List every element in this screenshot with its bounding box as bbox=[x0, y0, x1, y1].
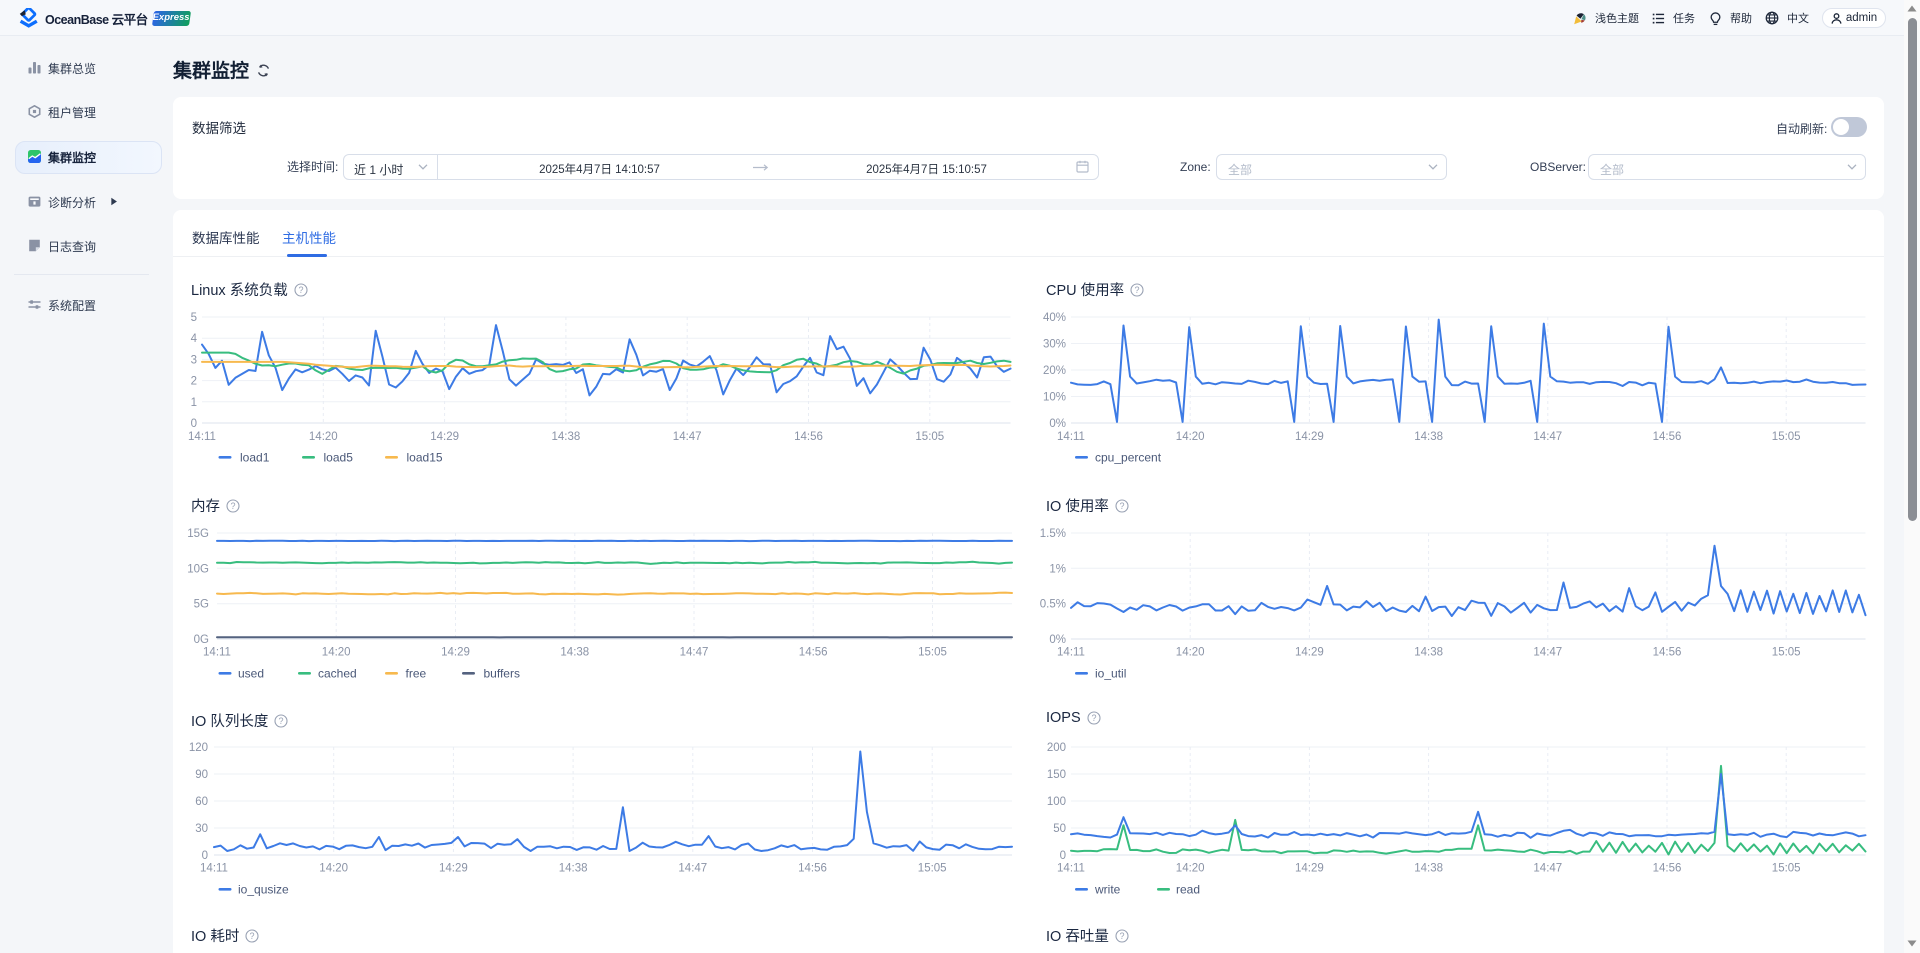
svg-text:15:05: 15:05 bbox=[1772, 647, 1801, 659]
svg-text:3: 3 bbox=[191, 354, 197, 366]
svg-text:?: ? bbox=[298, 285, 303, 295]
svg-text:60: 60 bbox=[195, 796, 208, 808]
svg-text:14:38: 14:38 bbox=[1414, 431, 1443, 443]
svg-text:14:11: 14:11 bbox=[1057, 863, 1085, 875]
svg-text:15:05: 15:05 bbox=[1772, 431, 1801, 443]
svg-text:io_qusize: io_qusize bbox=[238, 883, 289, 897]
svg-text:14:29: 14:29 bbox=[439, 863, 468, 875]
svg-text:15:05: 15:05 bbox=[915, 431, 944, 443]
svg-text:used: used bbox=[238, 667, 264, 681]
svg-text:14:47: 14:47 bbox=[678, 863, 707, 875]
svg-text:14:47: 14:47 bbox=[673, 431, 702, 443]
svg-text:100: 100 bbox=[1047, 796, 1066, 808]
svg-text:200: 200 bbox=[1047, 742, 1066, 754]
svg-text:0%: 0% bbox=[1049, 634, 1066, 646]
svg-text:14:56: 14:56 bbox=[1653, 431, 1682, 443]
svg-text:14:29: 14:29 bbox=[430, 431, 459, 443]
svg-text:write: write bbox=[1094, 883, 1121, 897]
svg-text:15G: 15G bbox=[187, 528, 209, 540]
svg-text:load1: load1 bbox=[240, 451, 270, 465]
svg-text:90: 90 bbox=[195, 769, 208, 781]
svg-text:load5: load5 bbox=[324, 451, 354, 465]
svg-text:14:20: 14:20 bbox=[1176, 431, 1205, 443]
svg-text:14:38: 14:38 bbox=[560, 647, 589, 659]
svg-text:14:11: 14:11 bbox=[203, 647, 231, 659]
svg-text:5: 5 bbox=[191, 312, 197, 324]
svg-text:buffers: buffers bbox=[484, 667, 520, 681]
svg-text:0: 0 bbox=[191, 418, 197, 430]
svg-text:?: ? bbox=[1135, 285, 1140, 295]
svg-text:load15: load15 bbox=[407, 451, 443, 465]
svg-text:2: 2 bbox=[191, 376, 197, 388]
svg-text:1: 1 bbox=[191, 397, 197, 409]
svg-text:14:56: 14:56 bbox=[798, 863, 827, 875]
svg-text:14:20: 14:20 bbox=[1176, 863, 1205, 875]
svg-text:10G: 10G bbox=[187, 563, 209, 575]
svg-text:14:56: 14:56 bbox=[1653, 647, 1682, 659]
svg-text:free: free bbox=[406, 667, 427, 681]
svg-text:14:29: 14:29 bbox=[441, 647, 470, 659]
svg-text:0: 0 bbox=[202, 850, 208, 862]
svg-text:cpu_percent: cpu_percent bbox=[1095, 451, 1162, 465]
svg-text:?: ? bbox=[1119, 931, 1124, 941]
svg-text:14:56: 14:56 bbox=[799, 647, 828, 659]
svg-text:5G: 5G bbox=[194, 599, 209, 611]
svg-text:14:38: 14:38 bbox=[1414, 863, 1443, 875]
svg-text:15:05: 15:05 bbox=[918, 863, 947, 875]
svg-text:14:47: 14:47 bbox=[680, 647, 709, 659]
svg-text:14:29: 14:29 bbox=[1295, 647, 1324, 659]
svg-text:14:20: 14:20 bbox=[319, 863, 348, 875]
svg-text:20%: 20% bbox=[1043, 365, 1066, 377]
svg-text:read: read bbox=[1176, 883, 1200, 897]
svg-text:1%: 1% bbox=[1049, 563, 1066, 575]
svg-text:0%: 0% bbox=[1049, 418, 1066, 430]
svg-text:?: ? bbox=[230, 501, 235, 511]
svg-text:14:20: 14:20 bbox=[1176, 647, 1205, 659]
svg-text:?: ? bbox=[1119, 501, 1124, 511]
svg-text:15:05: 15:05 bbox=[918, 647, 947, 659]
svg-text:?: ? bbox=[279, 716, 284, 726]
svg-text:120: 120 bbox=[189, 742, 208, 754]
svg-text:4: 4 bbox=[191, 333, 198, 345]
svg-text:cached: cached bbox=[318, 667, 357, 681]
svg-text:14:20: 14:20 bbox=[309, 431, 338, 443]
svg-text:?: ? bbox=[250, 931, 255, 941]
svg-text:10%: 10% bbox=[1043, 392, 1066, 404]
svg-text:14:47: 14:47 bbox=[1533, 431, 1562, 443]
svg-text:15:05: 15:05 bbox=[1772, 863, 1801, 875]
svg-text:14:20: 14:20 bbox=[322, 647, 351, 659]
svg-text:150: 150 bbox=[1047, 769, 1066, 781]
svg-text:14:38: 14:38 bbox=[559, 863, 588, 875]
svg-text:14:11: 14:11 bbox=[1057, 431, 1085, 443]
svg-text:14:29: 14:29 bbox=[1295, 863, 1324, 875]
svg-text:14:56: 14:56 bbox=[794, 431, 823, 443]
svg-text:14:11: 14:11 bbox=[200, 863, 228, 875]
svg-text:0.5%: 0.5% bbox=[1040, 599, 1066, 611]
svg-text:0G: 0G bbox=[194, 634, 209, 646]
svg-text:14:11: 14:11 bbox=[188, 431, 216, 443]
svg-text:50: 50 bbox=[1053, 823, 1066, 835]
svg-text:40%: 40% bbox=[1043, 312, 1066, 324]
svg-text:14:47: 14:47 bbox=[1533, 647, 1562, 659]
svg-text:io_util: io_util bbox=[1095, 667, 1126, 681]
svg-text:?: ? bbox=[1091, 713, 1096, 723]
svg-text:14:11: 14:11 bbox=[1057, 647, 1085, 659]
svg-text:14:29: 14:29 bbox=[1295, 431, 1324, 443]
svg-text:14:38: 14:38 bbox=[1414, 647, 1443, 659]
svg-text:0: 0 bbox=[1060, 850, 1066, 862]
svg-text:14:56: 14:56 bbox=[1653, 863, 1682, 875]
svg-text:30: 30 bbox=[195, 823, 208, 835]
svg-text:14:47: 14:47 bbox=[1533, 863, 1562, 875]
svg-text:14:38: 14:38 bbox=[552, 431, 581, 443]
svg-text:1.5%: 1.5% bbox=[1040, 528, 1066, 540]
svg-text:30%: 30% bbox=[1043, 339, 1066, 351]
